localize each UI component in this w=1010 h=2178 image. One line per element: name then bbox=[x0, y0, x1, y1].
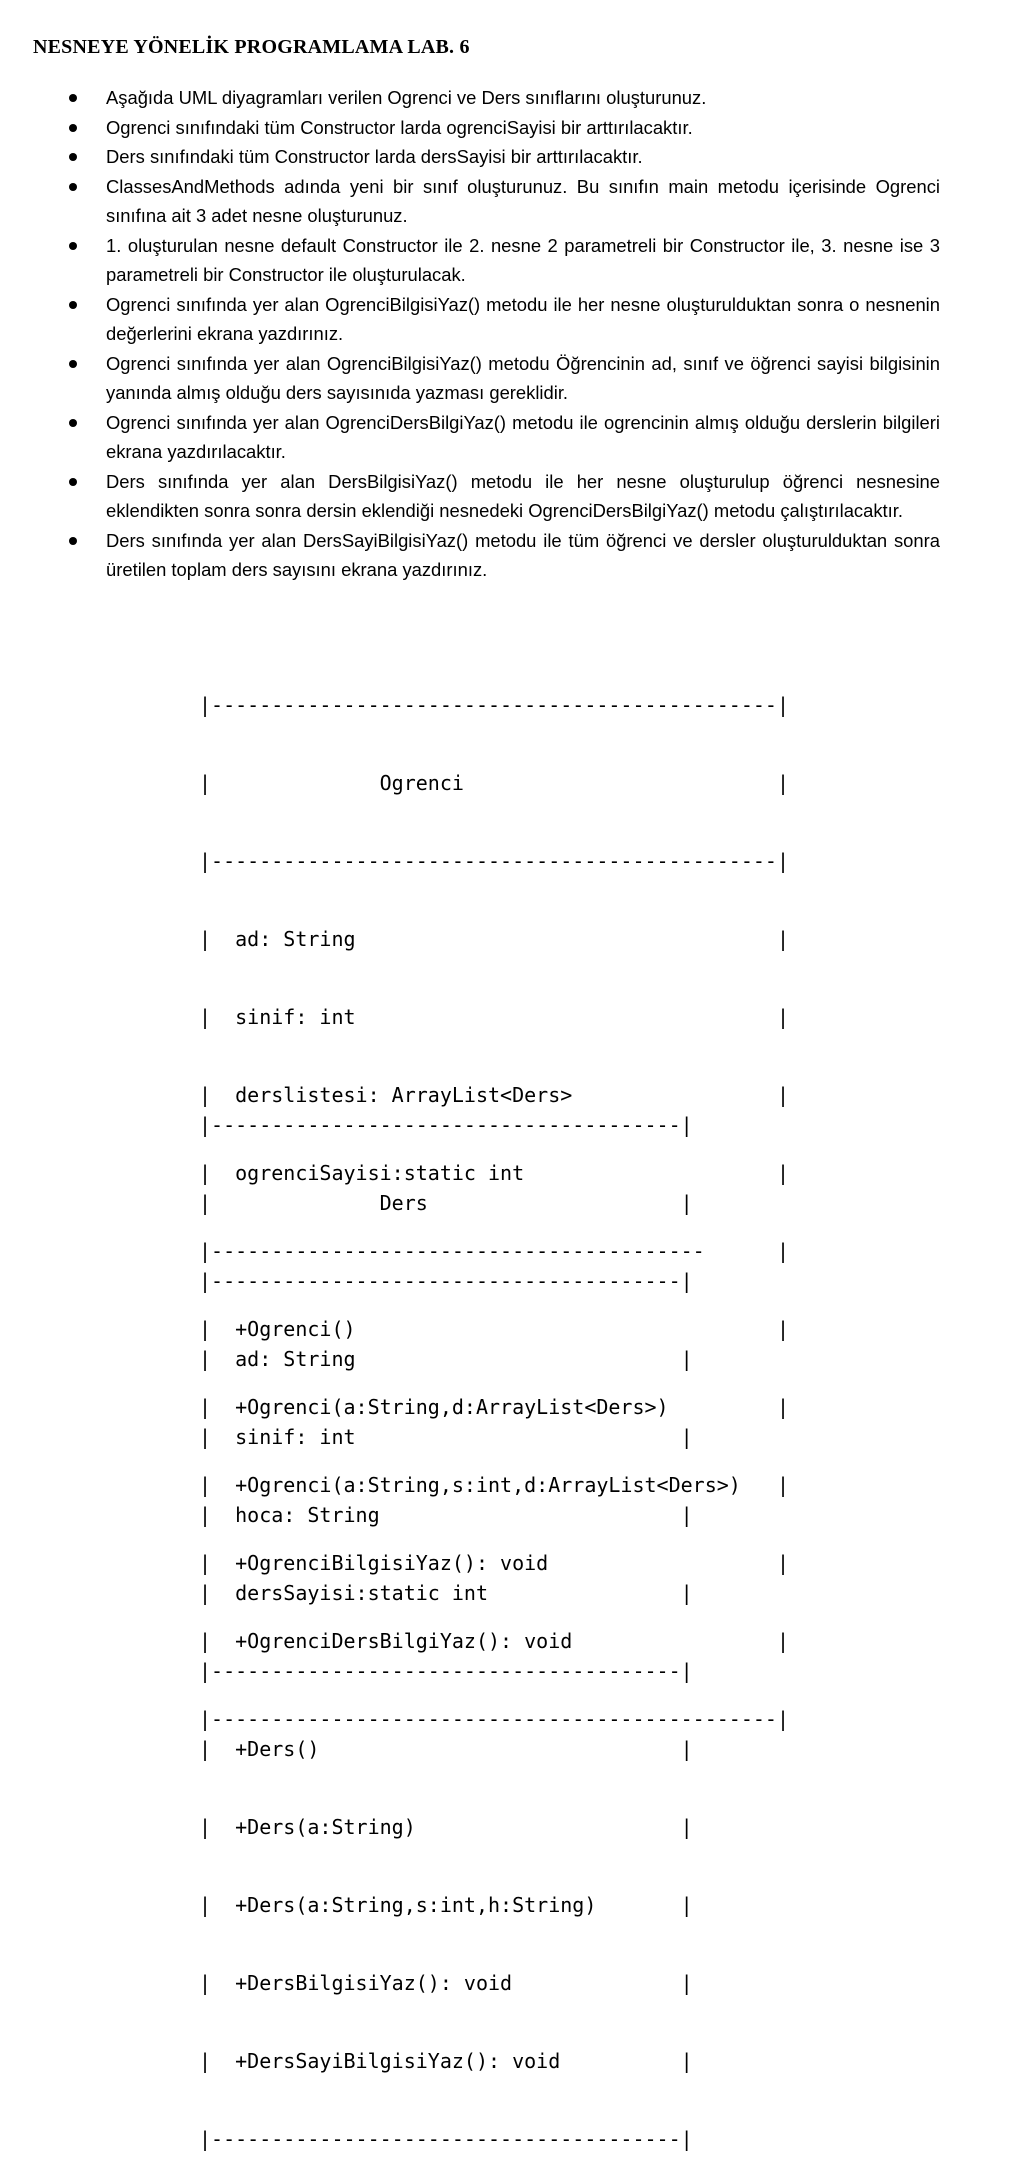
list-item: ClassesAndMethods adında yeni bir sınıf … bbox=[0, 172, 1010, 231]
list-item: Ogrenci sınıfında yer alan OgrenciBilgis… bbox=[0, 349, 1010, 408]
list-item-text: Ogrenci sınıfında yer alan OgrenciBilgis… bbox=[106, 352, 940, 404]
uml-class-name: | Ogrenci | bbox=[199, 771, 790, 795]
uml-separator-line: |---------------------------------------… bbox=[199, 1659, 693, 1683]
bullet-icon bbox=[69, 94, 77, 102]
uml-method: | +DersSayiBilgisiYaz(): void | bbox=[199, 2049, 693, 2073]
uml-border-line: |---------------------------------------… bbox=[199, 849, 790, 873]
uml-attribute: | sinif: int | bbox=[199, 1425, 693, 1449]
list-item: Ders sınıfındaki tüm Constructor larda d… bbox=[0, 142, 1010, 172]
list-item-text: Ders sınıfındaki tüm Constructor larda d… bbox=[106, 146, 643, 167]
instruction-list: Aşağıda UML diyagramları verilen Ogrenci… bbox=[0, 83, 1010, 585]
bullet-icon bbox=[69, 418, 77, 427]
uml-class-name: | Ders | bbox=[199, 1191, 693, 1215]
list-item: Ogrenci sınıfındaki tüm Constructor lard… bbox=[0, 113, 1010, 143]
list-item: Aşağıda UML diyagramları verilen Ogrenci… bbox=[0, 83, 1010, 113]
bullet-icon bbox=[69, 123, 77, 132]
uml-border-line: |---------------------------------------… bbox=[199, 1269, 693, 1293]
list-item-text: 1. oluşturulan nesne default Constructor… bbox=[106, 234, 940, 286]
uml-method: | +Ders(a:String) | bbox=[199, 1815, 693, 1839]
list-item-text: Ogrenci sınıfında yer alan OgrenciBilgis… bbox=[106, 293, 940, 345]
bullet-icon bbox=[69, 359, 77, 368]
bullet-icon bbox=[69, 153, 77, 161]
uml-border-line: |---------------------------------------… bbox=[199, 1113, 693, 1137]
bullet-icon bbox=[69, 300, 77, 309]
uml-attribute: | dersSayisi:static int | bbox=[199, 1581, 693, 1605]
list-item-text: Ders sınıfında yer alan DersSayiBilgisiY… bbox=[106, 529, 940, 581]
document-title: NESNEYE YÖNELİK PROGRAMLAMA LAB. 6 bbox=[33, 36, 470, 58]
bullet-icon bbox=[69, 536, 77, 545]
uml-border-line: |---------------------------------------… bbox=[199, 693, 790, 717]
uml-diagram-ders: |---------------------------------------… bbox=[199, 1060, 693, 2178]
list-item: Ogrenci sınıfında yer alan OgrenciBilgis… bbox=[0, 290, 1010, 349]
bullet-icon bbox=[69, 241, 77, 250]
list-item: 1. oluşturulan nesne default Constructor… bbox=[0, 231, 1010, 290]
uml-attribute: | sinif: int | bbox=[199, 1005, 790, 1029]
list-item-text: Aşağıda UML diyagramları verilen Ogrenci… bbox=[106, 87, 707, 108]
uml-method: | +DersBilgisiYaz(): void | bbox=[199, 1971, 693, 1995]
list-item-text: Ogrenci sınıfındaki tüm Constructor lard… bbox=[106, 116, 693, 138]
uml-attribute: | hoca: String | bbox=[199, 1503, 693, 1527]
list-item-text: Ogrenci sınıfında yer alan OgrenciDersBi… bbox=[106, 411, 940, 463]
list-item-text: ClassesAndMethods adında yeni bir sınıf … bbox=[106, 175, 940, 227]
bullet-icon bbox=[69, 477, 77, 486]
list-item: Ders sınıfında yer alan DersBilgisiYaz()… bbox=[0, 467, 1010, 526]
uml-method: | +Ders() | bbox=[199, 1737, 693, 1761]
uml-attribute: | ad: String | bbox=[199, 927, 790, 951]
bullet-icon bbox=[69, 182, 77, 191]
list-item: Ders sınıfında yer alan DersSayiBilgisiY… bbox=[0, 526, 1010, 585]
uml-border-line: |---------------------------------------… bbox=[199, 2127, 693, 2151]
list-item-text: Ders sınıfında yer alan DersBilgisiYaz()… bbox=[106, 470, 940, 522]
uml-attribute: | ad: String | bbox=[199, 1347, 693, 1371]
list-item: Ogrenci sınıfında yer alan OgrenciDersBi… bbox=[0, 408, 1010, 467]
uml-method: | +Ders(a:String,s:int,h:String) | bbox=[199, 1893, 693, 1917]
